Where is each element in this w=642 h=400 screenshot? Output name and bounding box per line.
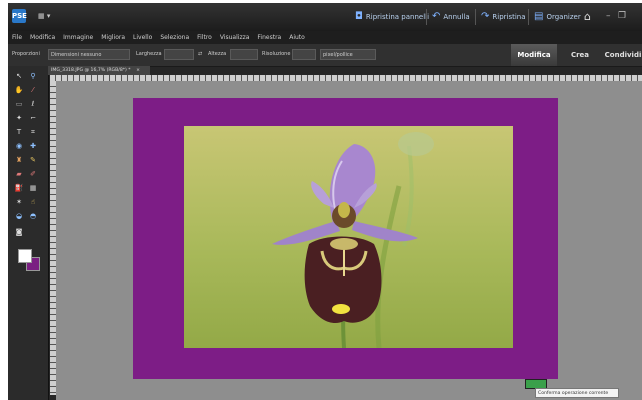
redo-label: Ripristina (492, 13, 526, 21)
divider (426, 9, 427, 25)
zoom-tool-icon[interactable]: ⚲ (28, 72, 38, 80)
dodge-tool-icon[interactable]: ◓ (28, 212, 38, 220)
maximize-icon[interactable]: ❐ (618, 10, 626, 22)
height-label: Altezza (208, 51, 227, 57)
paint-bucket-tool-icon[interactable]: ⛽ (14, 184, 24, 192)
menu-finestra[interactable]: Finestra (257, 31, 281, 44)
menu-immagine[interactable]: Immagine (63, 31, 93, 44)
clone-stamp-tool-icon[interactable]: ♜ (14, 156, 24, 164)
document-title: IMG_3318.JPG @ 16,7% (RGB/8*) * (51, 68, 131, 73)
organizer-label: Organizer (546, 13, 581, 21)
crop-tool-icon[interactable]: ⌗ (28, 128, 38, 136)
red-eye-tool-icon[interactable]: ◉ (14, 142, 24, 150)
brush-tool-icon[interactable]: ✐ (28, 170, 38, 178)
divider (528, 9, 529, 25)
menu-filtro[interactable]: Filtro (197, 31, 212, 44)
organizer-button[interactable]: ▤ Organizer (534, 10, 581, 24)
hand-tool-icon[interactable]: ✋ (14, 86, 24, 94)
redo-button[interactable]: ↷ Ripristina (481, 10, 526, 24)
menu-seleziona[interactable]: Seleziona (160, 31, 189, 44)
width-label: Larghezza (136, 51, 162, 57)
panels-icon: ◘ (355, 11, 363, 22)
menu-modifica[interactable]: Modifica (30, 31, 55, 44)
foreground-color-swatch[interactable] (18, 249, 32, 263)
title-bar: PSE ▦ ▾ ◘ Ripristina pannelli ↶ Annulla … (8, 3, 642, 31)
sponge-tool-icon[interactable]: ◒ (14, 212, 24, 220)
undo-icon: ↶ (432, 11, 441, 22)
tools-panel: ↖ ⚲ ✋ ⁄ ▭ ℓ ✦ ⌐ T ⌗ ◉ ✚ ♜ ✎ ▰ ✐ ⛽ ▦ ✶ ☝ … (8, 66, 49, 400)
straighten-tool-icon[interactable]: ◙ (14, 228, 24, 236)
resolution-field[interactable] (292, 49, 316, 60)
undo-label: Annulla (443, 13, 470, 21)
healing-tool-icon[interactable]: ✚ (28, 142, 38, 150)
eraser-tool-icon[interactable]: ▰ (14, 170, 24, 178)
divider (475, 9, 476, 25)
preset-label: Proporzioni (12, 51, 40, 57)
document-tab[interactable]: IMG_3318.JPG @ 16,7% (RGB/8*) * × (48, 66, 150, 75)
eyedropper-tool-icon[interactable]: ⁄ (28, 86, 38, 94)
menu-bar: File Modifica Immagine Migliora Livello … (8, 31, 642, 44)
resolution-label: Risoluzione (262, 51, 291, 57)
marquee-tool-icon[interactable]: ▭ (14, 100, 24, 108)
minimize-icon[interactable]: – (606, 10, 611, 22)
organizer-icon: ▤ (534, 11, 544, 22)
menu-aiuto[interactable]: Aiuto (289, 31, 305, 44)
reset-panels-button[interactable]: ◘ Ripristina pannelli (355, 10, 429, 24)
smudge-tool-icon[interactable]: ☝ (28, 198, 38, 206)
lasso-tool-icon[interactable]: ℓ (28, 100, 38, 108)
width-field[interactable] (164, 49, 194, 60)
commit-tooltip: Conferma operazione corrente (535, 388, 619, 398)
tab-condividi[interactable]: Condividi (600, 44, 642, 66)
redo-icon: ↷ (481, 11, 490, 22)
pencil-tool-icon[interactable]: ✎ (28, 156, 38, 164)
menu-migliora[interactable]: Migliora (101, 31, 125, 44)
move-tool-icon[interactable]: ↖ (14, 72, 24, 80)
shape-tool-icon[interactable]: ✶ (14, 198, 24, 206)
tab-modifica[interactable]: Modifica (511, 44, 557, 66)
magic-wand-tool-icon[interactable]: ✦ (14, 114, 24, 122)
close-icon[interactable]: × (136, 68, 140, 73)
reset-panels-label: Ripristina pannelli (365, 13, 430, 21)
height-field[interactable] (230, 49, 258, 60)
menu-file[interactable]: File (12, 31, 22, 44)
undo-button[interactable]: ↶ Annulla (432, 10, 470, 24)
window-menu-button[interactable]: ▦ ▾ (38, 12, 54, 20)
swap-icon[interactable]: ⇄ (198, 49, 202, 60)
orchid-photo (184, 126, 513, 348)
orchid-illustration (272, 132, 434, 348)
tab-crea[interactable]: Crea (564, 44, 596, 66)
selection-brush-tool-icon[interactable]: ⌐ (28, 114, 38, 122)
preset-dropdown[interactable]: Dimensioni nessuno (48, 49, 130, 60)
menu-visualizza[interactable]: Visualizza (220, 31, 250, 44)
home-icon[interactable]: ⌂ (584, 10, 591, 23)
type-tool-icon[interactable]: T (14, 128, 24, 136)
gradient-tool-icon[interactable]: ▦ (28, 184, 38, 192)
menu-livello[interactable]: Livello (133, 31, 152, 44)
unit-dropdown[interactable]: pixel/pollice (320, 49, 376, 60)
app-logo: PSE (12, 9, 27, 23)
